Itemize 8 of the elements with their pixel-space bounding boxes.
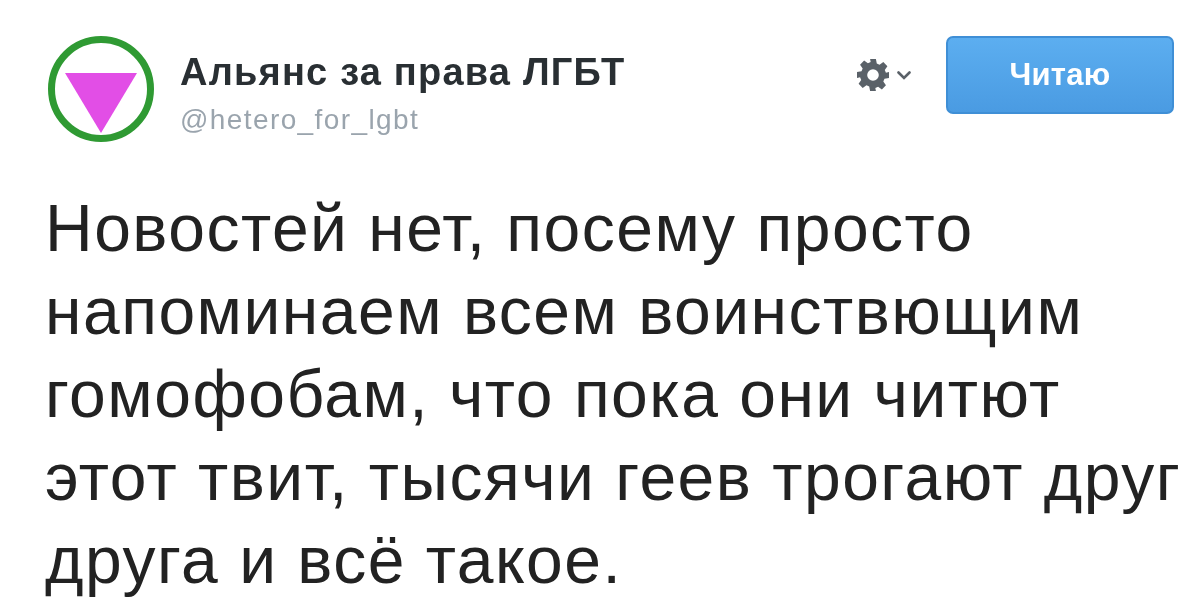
account-handle: @hetero_for_lgbt bbox=[180, 104, 420, 136]
account-name: Альянс за права ЛГБТ bbox=[180, 50, 626, 94]
following-button[interactable]: Читаю bbox=[946, 36, 1174, 114]
settings-icon bbox=[857, 59, 889, 91]
avatar-icon bbox=[48, 36, 154, 142]
caret-icon bbox=[897, 70, 911, 80]
tweet-text: Новостей нет, посему просто напоминаем всем воинствющим гомофобам, что пока они читют этот твит, тысячи геев трогают друг друга и всё такое. bbox=[45, 190, 1183, 599]
settings-menu-button[interactable] bbox=[857, 59, 911, 91]
